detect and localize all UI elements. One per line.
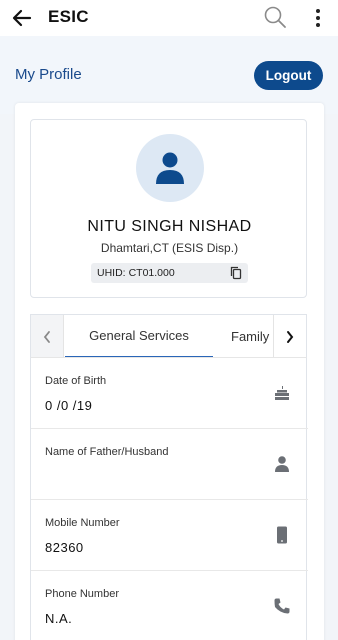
app-title: ESIC [48,7,89,26]
arrow-left-icon[interactable] [10,6,34,30]
profile-card: NITU SINGH NISHAD Dhamtari,CT (ESIS Disp… [30,119,307,298]
app-bar: ESIC [0,0,338,36]
detail-label: Name of Father/Husband [45,446,169,458]
detail-row-mobile: Mobile Number 82360 [31,500,308,571]
avatar [136,134,204,202]
chevron-right-icon [287,330,294,343]
more-vertical-icon[interactable] [308,6,328,30]
detail-label: Phone Number [45,588,119,600]
profile-name: NITU SINGH NISHAD [87,218,252,235]
smartphone-icon [277,526,287,544]
search-icon[interactable] [262,4,288,30]
uhid-value: CT01.000 [128,267,175,279]
profile-location: Dhamtari,CT (ESIS Disp.) [100,241,239,255]
person-icon [156,152,184,184]
tab-scroll-right[interactable] [273,315,306,357]
cake-icon [275,386,289,400]
detail-value: 0 /0 /19 [45,398,93,413]
detail-row-phone: Phone Number N.A. [31,571,308,640]
phone-icon [274,598,290,614]
copy-icon[interactable] [230,266,242,280]
uhid-label: UHID: [97,267,126,279]
logout-button[interactable]: Logout [254,61,323,90]
detail-label: Mobile Number [45,517,120,529]
detail-row-dob: Date of Birth 0 /0 /19 [31,358,308,429]
detail-row-father-husband: Name of Father/Husband [31,429,308,500]
detail-value: 82360 [45,540,84,555]
uhid-chip: UHID: CT01.000 [91,263,248,283]
detail-label: Date of Birth [45,375,107,387]
tab-general-services[interactable]: General Services [65,315,213,357]
detail-value: N.A. [45,611,73,626]
details-list: Date of Birth 0 /0 /19 Name of Father/Hu… [30,358,308,640]
tab-scroll-left[interactable] [31,315,64,357]
page-title: My Profile [15,66,82,83]
person-icon [275,456,289,472]
chevron-left-icon [43,330,50,343]
tab-bar: General Services Family [30,314,307,358]
